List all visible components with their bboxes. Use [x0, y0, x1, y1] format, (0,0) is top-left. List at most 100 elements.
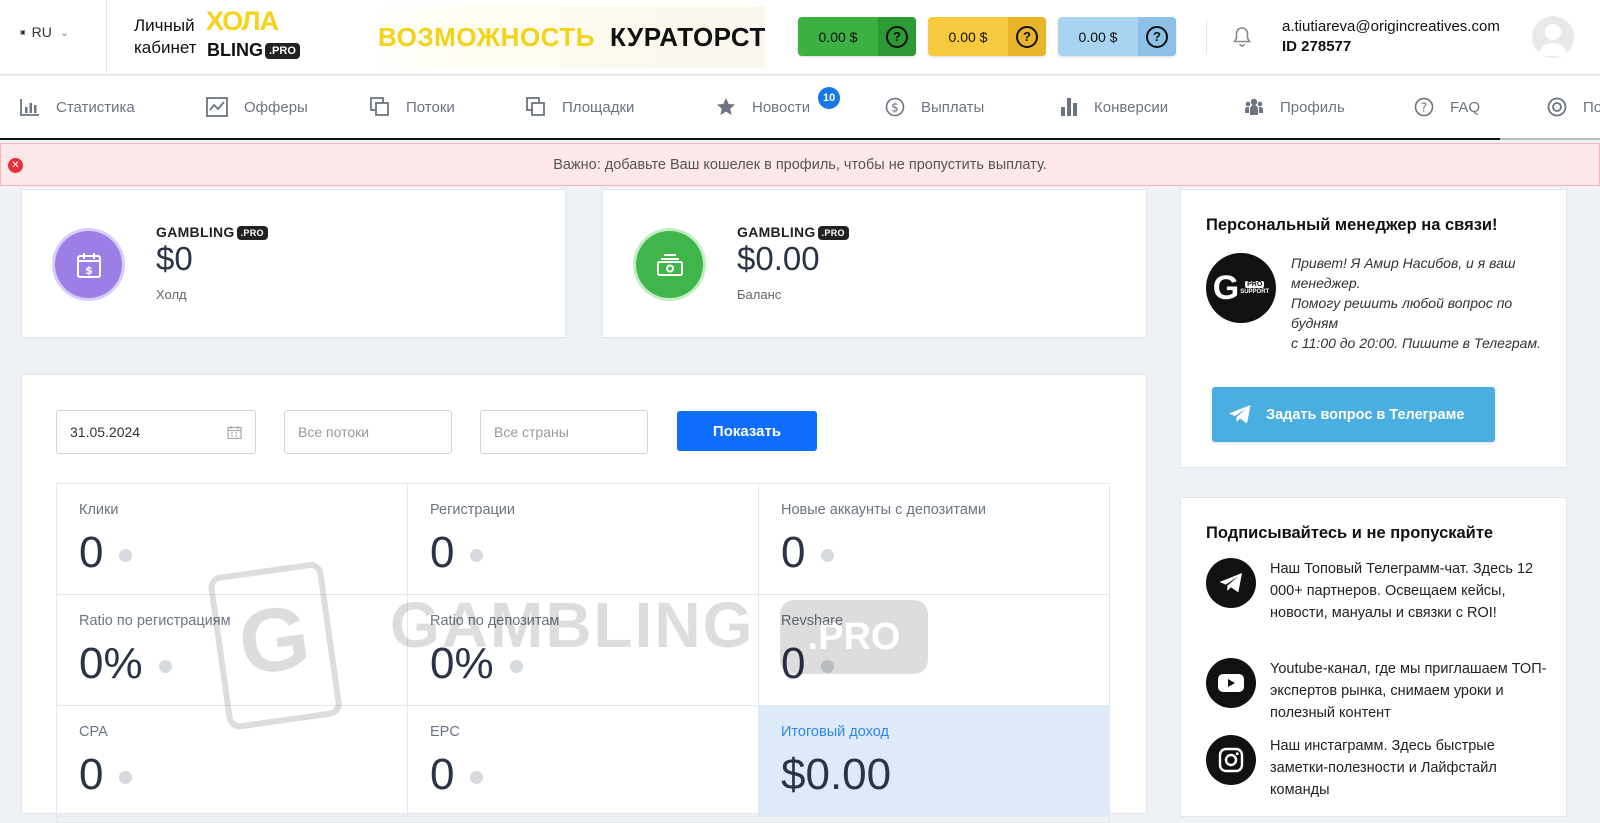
show-button[interactable]: Показать: [677, 411, 817, 451]
nav-label: FAQ: [1450, 98, 1481, 116]
metric-label: Итоговый доход: [781, 724, 889, 740]
hold-card: $ GAMBLING .PRO $0 Холд: [21, 189, 566, 338]
hold-value: $0: [156, 240, 193, 277]
dollar-icon: $: [885, 97, 905, 117]
manager-title: Персональный менеджер на связи!: [1206, 216, 1498, 234]
metric-label: Ratio по регистрациям: [79, 613, 231, 629]
user-id: ID 278577: [1282, 38, 1352, 55]
info-dot-icon[interactable]: [470, 770, 484, 784]
nav-label: Профиль: [1280, 98, 1345, 116]
subscribe-telegram[interactable]: Наш Топовый Телеграмм-чат. Здесь 12 000+…: [1206, 558, 1556, 624]
star-icon: [717, 98, 735, 115]
telegram-ask-button[interactable]: Задать вопрос в Телеграме: [1212, 387, 1495, 442]
balance-label: Баланс: [737, 287, 782, 302]
metric-value-wrap: 0: [79, 528, 133, 578]
nav-item-news[interactable]: Новости 10: [716, 76, 841, 138]
brand-label: GAMBLING .PRO: [737, 224, 849, 241]
info-dot-icon[interactable]: [821, 548, 835, 562]
nav-scroll-indicator: [1500, 138, 1600, 140]
promo-banner[interactable]: ВОЗМОЖНОСТЬ КУРАТОРСТ: [360, 6, 765, 68]
subscribe-card: Подписывайтесь и не пропускайте Наш Топо…: [1180, 497, 1567, 817]
subscribe-item-text: Наш инстаграмм. Здесь быстрые заметки-по…: [1270, 738, 1497, 798]
support-avatar-pro: PRO: [1245, 281, 1265, 288]
info-dot-icon[interactable]: [821, 659, 835, 673]
metrics-grid: Клики 0 Регистрации 0 Новые аккаунты с д…: [56, 483, 1110, 823]
wallet-help-button[interactable]: ?: [878, 17, 916, 56]
nav-item-payouts[interactable]: $ Выплаты: [885, 76, 984, 138]
user-info[interactable]: a.tiutiareva@origincreatives.com ID 2785…: [1282, 17, 1500, 57]
metric-value-wrap: 0%: [79, 639, 172, 689]
subscribe-youtube[interactable]: Youtube-канал, где мы приглашаем ТОП-экс…: [1206, 658, 1556, 724]
metric-revshare: Revshare 0: [759, 595, 1110, 706]
metric-value: 0%: [430, 639, 494, 688]
pro-badge: .PRO: [817, 226, 849, 241]
language-label: RU: [31, 24, 52, 40]
bell-icon[interactable]: [1232, 26, 1252, 53]
metric-value: $0.00: [781, 750, 892, 799]
nav-label: Офферы: [244, 98, 308, 116]
metric-clicks: Клики 0: [57, 484, 408, 595]
nav-item-streams[interactable]: Потоки: [370, 76, 455, 138]
metric-value: 0: [781, 639, 806, 688]
streams-select[interactable]: Все потоки: [284, 410, 452, 454]
wallet-alert: ✕ Важно: добавьте Ваш кошелек в профиль,…: [0, 143, 1600, 186]
metric-value: 0: [781, 528, 806, 577]
logo-bottom-text: BLING: [207, 40, 263, 60]
metric-value: 0: [430, 528, 455, 577]
info-dot-icon[interactable]: [509, 659, 523, 673]
support-avatar-support: SUPPORT: [1240, 289, 1270, 295]
users-icon: [1244, 98, 1264, 115]
top-header: ▣ RU ⌄ Личный кабинет ХОЛА BLING .PRO ВОЗ…: [0, 0, 1600, 75]
bars-icon: [1061, 98, 1077, 116]
nav-item-platforms[interactable]: Площадки: [526, 76, 634, 138]
countries-placeholder: Все страны: [494, 424, 569, 440]
balance-card: GAMBLING .PRO $0.00 Баланс: [602, 189, 1147, 338]
brand-text: GAMBLING: [737, 224, 816, 240]
wallet-green[interactable]: 0.00 $ ?: [798, 17, 916, 56]
pro-badge: .PRO: [236, 226, 268, 241]
svg-text:$: $: [891, 101, 899, 115]
countries-select[interactable]: Все страны: [480, 410, 648, 454]
wallet-amount: 0.00 $: [818, 28, 858, 45]
info-dot-icon[interactable]: [119, 770, 133, 784]
mini-logo-icon: ▣: [20, 29, 26, 36]
close-icon[interactable]: ✕: [8, 158, 23, 173]
info-dot-icon[interactable]: [119, 548, 133, 562]
logo[interactable]: BLING .PRO: [207, 40, 300, 61]
nav-label: Площадки: [562, 98, 635, 116]
wallet-blue[interactable]: 0.00 $ ?: [1058, 17, 1176, 56]
language-selector[interactable]: ▣ RU ⌄: [20, 24, 69, 40]
wallet-amount: 0.00 $: [1078, 28, 1118, 45]
support-avatar: G PRO SUPPORT: [1206, 253, 1276, 323]
avatar[interactable]: [1532, 16, 1574, 58]
wallet-help-button[interactable]: ?: [1138, 17, 1176, 56]
metric-label: Клики: [79, 502, 119, 518]
cabinet-label: Личный кабинет: [134, 16, 197, 57]
metric-label: Ratio по депозитам: [430, 613, 560, 629]
date-input[interactable]: 31.05.2024: [56, 410, 256, 454]
nav-item-faq[interactable]: ? FAQ: [1414, 76, 1480, 138]
nav-item-support[interactable]: По: [1547, 76, 1600, 138]
streams-placeholder: Все потоки: [298, 424, 370, 440]
info-dot-icon[interactable]: [158, 659, 172, 673]
instagram-icon: [1206, 735, 1256, 785]
metric-total-income: Итоговый доход $0.00: [759, 706, 1110, 817]
nav-item-offers[interactable]: Офферы: [206, 76, 308, 138]
wallet-help-button[interactable]: ?: [1008, 17, 1046, 56]
info-dot-icon[interactable]: [470, 548, 484, 562]
subscribe-instagram[interactable]: Наш инстаграмм. Здесь быстрые заметки-по…: [1206, 735, 1556, 801]
wallet-yellow[interactable]: 0.00 $ ?: [928, 17, 1046, 56]
nav-label: Потоки: [406, 98, 455, 116]
metric-value-wrap: 0%: [430, 639, 523, 689]
question-icon: ?: [1146, 25, 1168, 48]
metric-value: 0: [79, 750, 104, 799]
metric-value: 0: [79, 528, 104, 577]
copy-icon: [526, 97, 545, 116]
nav-item-conversions[interactable]: Конверсии: [1060, 76, 1168, 138]
nav-item-statistics[interactable]: Статистика: [20, 76, 135, 138]
metric-label: CPA: [79, 724, 108, 740]
nav-news-label: Новости: [752, 98, 811, 116]
brand-label: GAMBLING .PRO: [156, 224, 268, 241]
logo-top-text: ХОЛА: [206, 6, 279, 36]
nav-item-profile[interactable]: Профиль: [1244, 76, 1345, 138]
